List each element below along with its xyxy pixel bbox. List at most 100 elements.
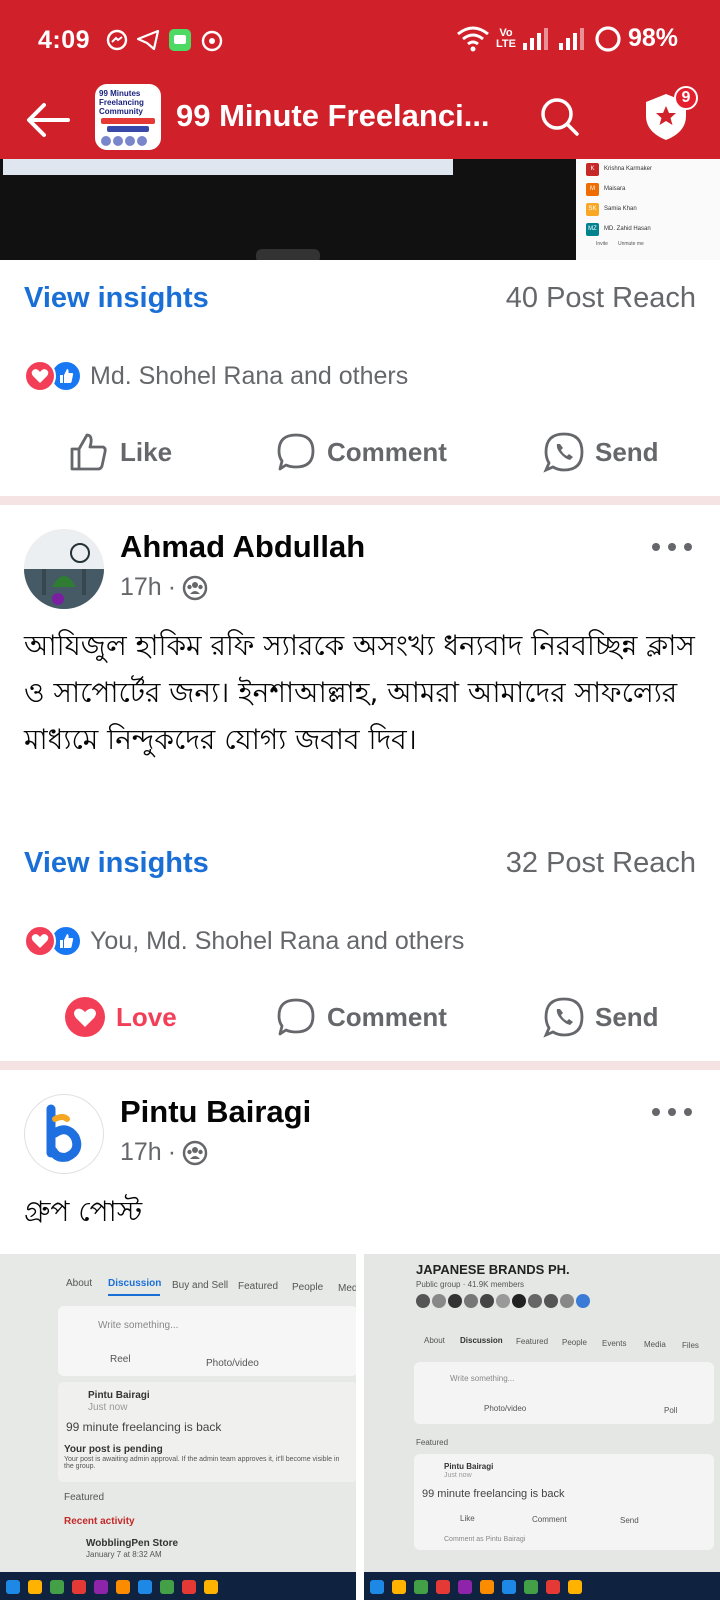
- post-photo-1[interactable]: About Discussion Buy and Sell Featured P…: [0, 1254, 356, 1600]
- previous-post-media[interactable]: K Krishna Karmaker M Maisara SK Samia Khan …: [0, 159, 720, 260]
- photo-post-text: 99 minute freelancing is back: [66, 1420, 222, 1434]
- reactions-summary[interactable]: Md. Shohel Rana and others: [24, 356, 408, 396]
- photo-photovideo-label: Photo/video: [484, 1404, 527, 1413]
- photo-windows-taskbar: [364, 1572, 720, 1600]
- author-name[interactable]: Ahmad Abdullah: [120, 529, 365, 565]
- participant-row: MZ MD. Zahid Hasan: [576, 219, 720, 239]
- photo-tab: Files: [682, 1341, 699, 1350]
- post-meta: 17h ·: [120, 573, 208, 602]
- chat-app-icon: [169, 29, 191, 51]
- signal-icon-2: [558, 27, 584, 50]
- author-name[interactable]: Pintu Bairagi: [120, 1094, 311, 1130]
- participant-avatar: MZ: [586, 222, 599, 236]
- alarm-app-icon: [201, 30, 223, 52]
- like-button[interactable]: Like: [68, 420, 172, 484]
- post-time: 17h: [120, 1138, 162, 1166]
- author-avatar[interactable]: [24, 529, 104, 609]
- unmute-label: Unmute me: [617, 241, 644, 247]
- photo-poster-name: Pintu Bairagi: [88, 1390, 150, 1401]
- photo-tab: Discussion: [460, 1336, 503, 1345]
- photo-recent-activity: Recent activity: [64, 1516, 135, 1527]
- post-reach: 32 Post Reach: [505, 847, 696, 879]
- photo-poster-name: Pintu Bairagi: [444, 1462, 494, 1471]
- audience-group-icon: [182, 1140, 208, 1165]
- notification-badge: 9: [674, 86, 698, 110]
- battery-icon: [595, 25, 621, 52]
- status-bar: 4:09 Vo LTE 98%: [0, 0, 720, 82]
- thumbs-up-icon: [70, 433, 107, 471]
- photo-tab: About: [66, 1278, 93, 1289]
- photo-tab: People: [562, 1338, 587, 1347]
- participant-avatar: SK: [586, 202, 599, 216]
- photo-pending-title: Your post is pending: [64, 1444, 163, 1455]
- more-options-button[interactable]: [652, 535, 692, 559]
- participant-row: M Maisara: [576, 179, 720, 199]
- post-time: 17h: [120, 573, 162, 601]
- photo-windows-taskbar: [0, 1572, 356, 1600]
- post-actions: Like Comment Send: [0, 420, 720, 484]
- post-insights-row: View insights 32 Post Reach: [0, 833, 720, 893]
- photo-featured: Featured: [64, 1492, 105, 1503]
- participant-avatar: K: [586, 162, 599, 176]
- notification-icons: [106, 28, 224, 52]
- status-right: Vo LTE 98%: [456, 24, 678, 53]
- participant-avatar: M: [586, 182, 599, 196]
- group-title[interactable]: 99 Minute Freelanci...: [176, 98, 506, 134]
- app-bar: 99 Minutes Freelancing Community 99 Minu…: [0, 82, 720, 159]
- reaction-names: You, Md. Shohel Rana and others: [90, 926, 465, 955]
- photo-composer-placeholder: Write something...: [98, 1320, 179, 1331]
- post-divider: [0, 496, 720, 505]
- photo-tab: Featured: [238, 1281, 279, 1292]
- post-body-text: আযিজুল হাকিম রফি স্যারকে অসংখ্য ধন্যবাদ …: [24, 629, 695, 756]
- photo-like-label: Like: [460, 1514, 475, 1523]
- audience-group-icon: [182, 575, 208, 600]
- reaction-names: Md. Shohel Rana and others: [90, 361, 409, 390]
- group-thumbnail[interactable]: 99 Minutes Freelancing Community: [95, 84, 161, 150]
- view-insights-link[interactable]: View insights: [24, 282, 209, 315]
- post-divider: [0, 1061, 720, 1070]
- reactions-summary[interactable]: You, Md. Shohel Rana and others: [24, 921, 464, 961]
- search-icon: [541, 98, 579, 136]
- search-button[interactable]: [537, 94, 583, 140]
- post-header: Pintu Bairagi 17h ·: [0, 1094, 720, 1178]
- signal-icon: [522, 27, 548, 50]
- whatsapp-icon: [543, 997, 584, 1038]
- photo-photovideo-label: Photo/video: [206, 1358, 259, 1369]
- send-label: Send: [595, 1001, 659, 1032]
- back-button[interactable]: [22, 94, 74, 146]
- more-options-button[interactable]: [652, 1100, 692, 1124]
- photo-store-name: WobblingPen Store: [86, 1538, 179, 1549]
- photo-group-name: JAPANESE BRANDS PH.: [416, 1262, 570, 1277]
- love-button[interactable]: Love: [64, 985, 177, 1049]
- comment-button[interactable]: Comment: [275, 420, 447, 484]
- view-insights-link[interactable]: View insights: [24, 847, 209, 880]
- photo-tab: People: [292, 1282, 324, 1293]
- photo-store-date: January 7 at 8:32 AM: [86, 1550, 162, 1559]
- volte-indicator: Vo LTE: [495, 26, 516, 50]
- photo-composer-placeholder: Write something...: [450, 1374, 515, 1383]
- photo-group-meta: Public group · 41.9K members: [416, 1280, 525, 1289]
- photo-reel-label: Reel: [110, 1354, 131, 1365]
- author-avatar[interactable]: [24, 1094, 104, 1174]
- photo-tab: Buy and Sell: [172, 1280, 229, 1291]
- photo-featured: Featured: [416, 1438, 449, 1447]
- love-reaction-icon: [24, 925, 56, 957]
- arrow-left-icon: [27, 103, 70, 137]
- post-photo-2[interactable]: JAPANESE BRANDS PH. Public group · 41.9K…: [364, 1254, 720, 1600]
- messenger-icon: [106, 29, 128, 51]
- photo-tab: Discussion: [108, 1278, 162, 1289]
- comment-icon: [277, 998, 315, 1036]
- post-meta: 17h ·: [120, 1138, 208, 1167]
- photo-tab: Media: [644, 1340, 666, 1349]
- thumb-graphic: [107, 126, 149, 132]
- photo-poll-label: Poll: [664, 1406, 678, 1415]
- send-button[interactable]: Send: [543, 420, 659, 484]
- post-header: Ahmad Abdullah 17h ·: [0, 529, 720, 613]
- send-label: Send: [595, 436, 659, 467]
- comment-button[interactable]: Comment: [275, 985, 447, 1049]
- participant-row: K Krishna Karmaker: [576, 159, 720, 179]
- meta-separator: ·: [167, 1138, 177, 1166]
- active-tab-underline: [108, 1294, 160, 1296]
- love-label: Love: [116, 1001, 177, 1032]
- send-button[interactable]: Send: [543, 985, 659, 1049]
